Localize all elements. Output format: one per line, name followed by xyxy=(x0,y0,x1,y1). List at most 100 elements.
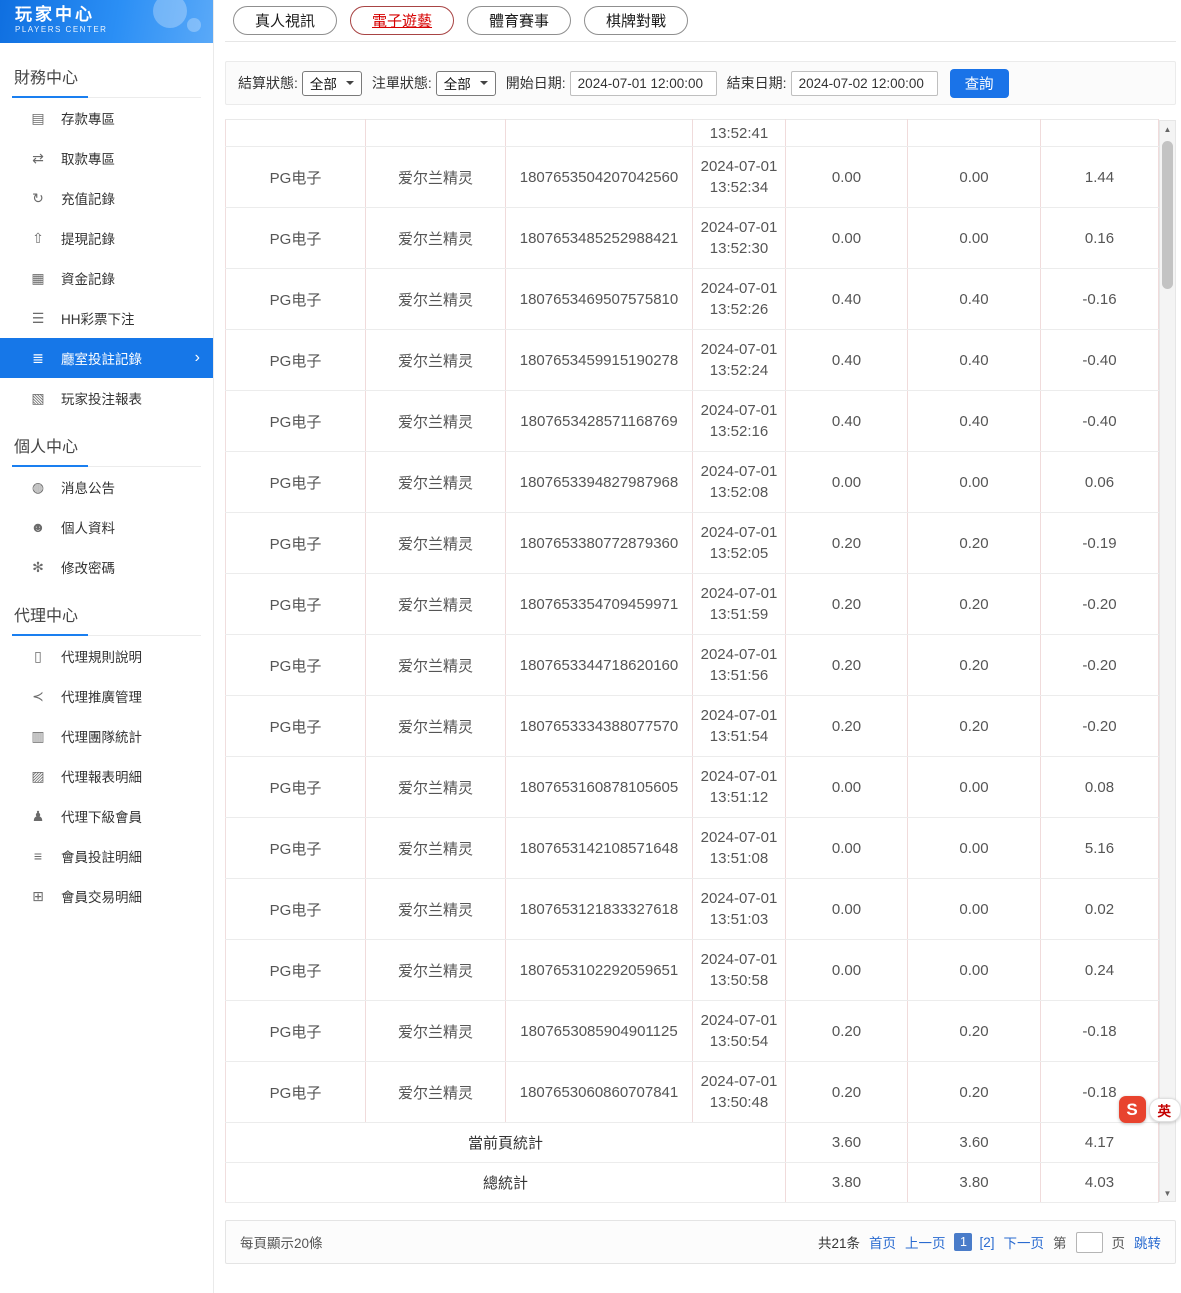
scrollbar-thumb[interactable] xyxy=(1162,141,1173,289)
table-row: PG电子爱尔兰精灵18076531022920596512024-07-0113… xyxy=(226,940,1159,1001)
cell-datetime: 2024-07-0113:52:08 xyxy=(693,452,786,513)
search-button[interactable]: 查詢 xyxy=(950,69,1009,98)
cell-game: 爱尔兰精灵 xyxy=(366,513,506,574)
cell-game xyxy=(366,120,506,147)
table-row: PG电子爱尔兰精灵18076533447186201602024-07-0113… xyxy=(226,635,1159,696)
summary-valid: 3.60 xyxy=(908,1123,1041,1163)
translator-logo-icon[interactable]: S xyxy=(1119,1096,1146,1123)
table-row: PG电子爱尔兰精灵18076534285711687692024-07-0113… xyxy=(226,391,1159,452)
order-status-value: 全部 xyxy=(444,73,471,93)
settle-status-select[interactable]: 全部 xyxy=(302,71,362,96)
cell-datetime: 2024-07-0113:51:12 xyxy=(693,757,786,818)
jump-page-input[interactable] xyxy=(1076,1232,1103,1253)
sidebar-item[interactable]: ▦資金記錄 xyxy=(0,258,213,298)
sidebar-item[interactable]: ⇧提現記錄 xyxy=(0,218,213,258)
cell-valid-bet: 0.00 xyxy=(908,818,1041,879)
lottery-bet-icon: ☰ xyxy=(30,310,46,327)
cell-datetime: 2024-07-0113:52:24 xyxy=(693,330,786,391)
current-page-indicator[interactable]: 1 xyxy=(954,1233,972,1251)
sidebar-item-label: 個人資料 xyxy=(61,517,115,537)
cell-valid-bet: 0.20 xyxy=(908,574,1041,635)
tab-3[interactable]: 棋牌對戰 xyxy=(584,6,688,35)
translate-badge[interactable]: S 英 xyxy=(1119,1096,1181,1123)
start-date-label: 開始日期: xyxy=(506,73,566,93)
sidebar-item[interactable]: ☰HH彩票下注 xyxy=(0,298,213,338)
sidebar-item[interactable]: ≡會員投註明細 xyxy=(0,836,213,876)
cell-profit: 0.02 xyxy=(1041,879,1159,940)
translate-language-label[interactable]: 英 xyxy=(1149,1098,1181,1122)
sidebar-item[interactable]: ▯代理規則說明 xyxy=(0,636,213,676)
cell-game: 爱尔兰精灵 xyxy=(366,147,506,208)
member-trade-detail-icon: ⊞ xyxy=(30,888,46,905)
cell-provider: PG电子 xyxy=(226,1062,366,1123)
scrollbar-up-icon[interactable]: ▲ xyxy=(1160,121,1175,137)
first-page-link[interactable]: 首页 xyxy=(869,1232,896,1252)
cell-bet-amount: 0.20 xyxy=(786,574,908,635)
cell-bet-amount: 0.20 xyxy=(786,513,908,574)
sidebar-item-label: 代理推廣管理 xyxy=(61,686,142,706)
cell-game: 爱尔兰精灵 xyxy=(366,452,506,513)
end-date-input[interactable] xyxy=(791,71,938,96)
cell-game: 爱尔兰精灵 xyxy=(366,757,506,818)
sidebar-item[interactable]: ⇄取款專區 xyxy=(0,138,213,178)
sidebar-item[interactable]: ✻修改密碼 xyxy=(0,547,213,587)
order-status-select[interactable]: 全部 xyxy=(436,71,496,96)
cell-datetime: 2024-07-0113:50:58 xyxy=(693,940,786,1001)
scrollbar-down-icon[interactable]: ▼ xyxy=(1160,1185,1175,1201)
cell-provider: PG电子 xyxy=(226,513,366,574)
sidebar-item-label: 取款專區 xyxy=(61,148,115,168)
cell-provider: PG电子 xyxy=(226,1001,366,1062)
sidebar-item[interactable]: ≺代理推廣管理 xyxy=(0,676,213,716)
sidebar-item[interactable]: ▥代理團隊統計 xyxy=(0,716,213,756)
cell-valid-bet: 0.00 xyxy=(908,452,1041,513)
sidebar-item[interactable]: ◍消息公告 xyxy=(0,467,213,507)
sidebar-item[interactable]: ▨代理報表明細 xyxy=(0,756,213,796)
cell-bet-amount: 0.00 xyxy=(786,879,908,940)
cell-provider: PG电子 xyxy=(226,269,366,330)
sidebar-item[interactable]: ≣廳室投註記錄› xyxy=(0,338,213,378)
settle-status-label: 結算狀態: xyxy=(238,73,298,93)
cell-order-no: 1807653380772879360 xyxy=(506,513,693,574)
start-date-input[interactable] xyxy=(570,71,717,96)
tab-0[interactable]: 真人視訊 xyxy=(233,6,337,35)
sidebar-item[interactable]: ⊞會員交易明細 xyxy=(0,876,213,916)
records-table-body: 13:52:41PG电子爱尔兰精灵18076535042070425602024… xyxy=(226,120,1159,1203)
table-row: PG电子爱尔兰精灵18076530859049011252024-07-0113… xyxy=(226,1001,1159,1062)
cell-bet-amount: 0.00 xyxy=(786,757,908,818)
cell-order-no xyxy=(506,120,693,147)
sidebar-item[interactable]: ▧玩家投注報表 xyxy=(0,378,213,418)
cell-game: 爱尔兰精灵 xyxy=(366,635,506,696)
jump-prefix-text: 第 xyxy=(1053,1232,1067,1252)
cell-profit: -0.20 xyxy=(1041,635,1159,696)
cell-datetime: 2024-07-0113:51:59 xyxy=(693,574,786,635)
table-scrollbar[interactable]: ▲ ▼ xyxy=(1159,120,1176,1202)
cell-valid-bet: 0.20 xyxy=(908,696,1041,757)
cell-bet-amount: 0.00 xyxy=(786,208,908,269)
tab-1[interactable]: 電子遊藝 xyxy=(350,6,454,35)
order-status-label: 注單狀態: xyxy=(372,73,432,93)
cell-datetime: 2024-07-0113:50:48 xyxy=(693,1062,786,1123)
chevron-down-icon xyxy=(480,81,488,89)
cell-valid-bet: 0.00 xyxy=(908,757,1041,818)
end-date-label: 結束日期: xyxy=(727,73,787,93)
sidebar-item[interactable]: ↻充值記錄 xyxy=(0,178,213,218)
deposit-icon: ▤ xyxy=(30,110,46,127)
sidebar-item[interactable]: ♟代理下級會員 xyxy=(0,796,213,836)
sidebar: 玩家中心 PLAYERS CENTER 財務中心▤存款專區⇄取款專區↻充值記錄⇧… xyxy=(0,0,214,1293)
sidebar-item[interactable]: ▤存款專區 xyxy=(0,98,213,138)
cell-order-no: 1807653102292059651 xyxy=(506,940,693,1001)
table-row: PG电子爱尔兰精灵18076531421085716482024-07-0113… xyxy=(226,818,1159,879)
tab-2[interactable]: 體育賽事 xyxy=(467,6,571,35)
prev-page-link[interactable]: 上一页 xyxy=(905,1232,946,1252)
summary-bet: 3.80 xyxy=(786,1163,908,1203)
page-link[interactable]: [2] xyxy=(979,1235,994,1250)
cell-valid-bet: 0.20 xyxy=(908,513,1041,574)
table-row: PG电子爱尔兰精灵18076534852529884212024-07-0113… xyxy=(226,208,1159,269)
filter-bar: 結算狀態: 全部 注單狀態: 全部 開始日期: 結束日期: 查詢 xyxy=(225,61,1176,105)
sidebar-item[interactable]: ☻個人資料 xyxy=(0,507,213,547)
jump-button[interactable]: 跳转 xyxy=(1134,1232,1161,1252)
next-page-link[interactable]: 下一页 xyxy=(1004,1232,1045,1252)
category-tabbar: 真人視訊電子遊藝體育賽事棋牌對戰 xyxy=(225,0,1176,42)
cell-order-no: 1807653459915190278 xyxy=(506,330,693,391)
total-count-text: 共21条 xyxy=(818,1232,860,1252)
